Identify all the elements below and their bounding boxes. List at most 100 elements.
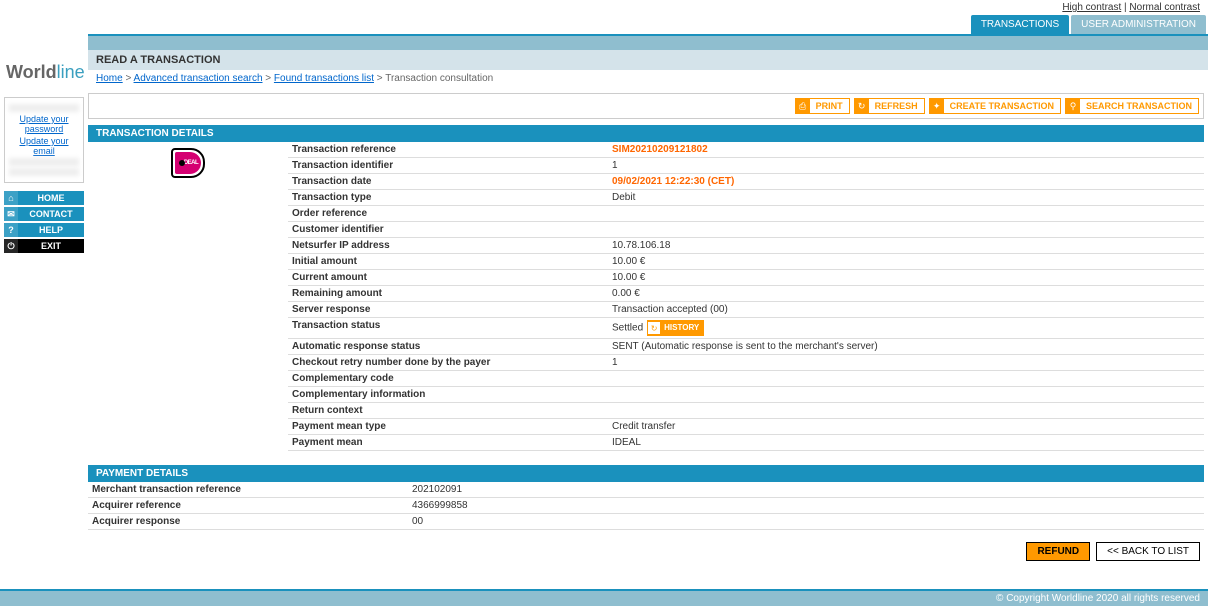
detail-row: Return context: [288, 403, 1204, 419]
logo: Worldline: [0, 58, 88, 87]
user-info-box: Update your password Update your email: [4, 97, 84, 183]
detail-row: Transaction statusSettled↻HISTORY: [288, 318, 1204, 339]
detail-label: Return context: [292, 405, 612, 416]
detail-label: Server response: [292, 304, 612, 315]
footer: © Copyright Worldline 2020 all rights re…: [0, 589, 1208, 606]
detail-label: Complementary code: [292, 373, 612, 384]
detail-label: Transaction identifier: [292, 160, 612, 171]
detail-value: [612, 208, 1200, 219]
detail-value: 0.00 €: [612, 288, 1200, 299]
detail-row: Transaction typeDebit: [288, 190, 1204, 206]
detail-row: Transaction date09/02/2021 12:22:30 (CET…: [288, 174, 1204, 190]
detail-value: SENT (Automatic response is sent to the …: [612, 341, 1200, 352]
detail-value: 10.00 €: [612, 256, 1200, 267]
detail-row: Transaction identifier1: [288, 158, 1204, 174]
detail-row: Order reference: [288, 206, 1204, 222]
breadcrumb-found[interactable]: Found transactions list: [274, 73, 374, 84]
breadcrumb-current: Transaction consultation: [385, 73, 493, 84]
detail-value: IDEAL: [612, 437, 1200, 448]
breadcrumb: Home > Advanced transaction search > Fou…: [88, 70, 1208, 87]
update-password-link[interactable]: Update your password: [9, 114, 79, 134]
high-contrast-link[interactable]: High contrast: [1062, 2, 1121, 13]
detail-value: Transaction accepted (00): [612, 304, 1200, 315]
detail-label: Customer identifier: [292, 224, 612, 235]
nav-home[interactable]: ⌂HOME: [4, 191, 84, 205]
detail-value: Credit transfer: [612, 421, 1200, 432]
detail-value: SIM20210209121802: [612, 144, 1200, 155]
detail-row: Current amount10.00 €: [288, 270, 1204, 286]
detail-value: 1: [612, 160, 1200, 171]
refresh-icon: ↻: [855, 99, 869, 113]
detail-label: Transaction date: [292, 176, 612, 187]
refund-button[interactable]: REFUND: [1026, 542, 1090, 561]
detail-row: Customer identifier: [288, 222, 1204, 238]
back-to-list-button[interactable]: << BACK TO LIST: [1096, 542, 1200, 561]
detail-row: Complementary information: [288, 387, 1204, 403]
detail-value: 1: [612, 357, 1200, 368]
detail-value: 202102091: [412, 484, 1200, 495]
detail-label: Order reference: [292, 208, 612, 219]
detail-label: Merchant transaction reference: [92, 484, 412, 495]
detail-label: Acquirer response: [92, 516, 412, 527]
detail-value: Settled↻HISTORY: [612, 320, 1200, 336]
refresh-button[interactable]: ↻ REFRESH: [854, 98, 925, 114]
update-email-link[interactable]: Update your email: [9, 136, 79, 156]
detail-value: [612, 224, 1200, 235]
print-icon: ⎙: [796, 99, 810, 113]
detail-label: Acquirer reference: [92, 500, 412, 511]
section-payment-details: PAYMENT DETAILS: [88, 465, 1204, 482]
detail-label: Transaction type: [292, 192, 612, 203]
search-icon: ⚲: [1066, 99, 1080, 113]
detail-value: 10.78.106.18: [612, 240, 1200, 251]
help-icon: ?: [4, 223, 18, 237]
exit-icon: ⏻: [4, 239, 18, 253]
detail-row: Merchant transaction reference202102091: [88, 482, 1204, 498]
detail-row: Acquirer reference4366999858: [88, 498, 1204, 514]
detail-value: 00: [412, 516, 1200, 527]
detail-row: Automatic response statusSENT (Automatic…: [288, 339, 1204, 355]
breadcrumb-home[interactable]: Home: [96, 73, 123, 84]
header-bar: [88, 34, 1208, 50]
detail-value: Debit: [612, 192, 1200, 203]
detail-row: Payment mean typeCredit transfer: [288, 419, 1204, 435]
contact-icon: ✉: [4, 207, 18, 221]
tab-user-admin[interactable]: USER ADMINISTRATION: [1071, 15, 1206, 34]
detail-value: 10.00 €: [612, 272, 1200, 283]
page-title: READ A TRANSACTION: [88, 50, 1208, 70]
search-transaction-button[interactable]: ⚲ SEARCH TRANSACTION: [1065, 98, 1199, 114]
detail-label: Initial amount: [292, 256, 612, 267]
detail-label: Checkout retry number done by the payer: [292, 357, 612, 368]
detail-value: [612, 405, 1200, 416]
detail-label: Transaction reference: [292, 144, 612, 155]
detail-row: Netsurfer IP address10.78.106.18: [288, 238, 1204, 254]
print-button[interactable]: ⎙ PRINT: [795, 98, 850, 114]
create-transaction-button[interactable]: ✦ CREATE TRANSACTION: [929, 98, 1061, 114]
detail-label: Remaining amount: [292, 288, 612, 299]
detail-row: Transaction referenceSIM20210209121802: [288, 142, 1204, 158]
nav-exit[interactable]: ⏻EXIT: [4, 239, 84, 253]
detail-value: 09/02/2021 12:22:30 (CET): [612, 176, 1200, 187]
plus-icon: ✦: [930, 99, 944, 113]
tab-transactions[interactable]: TRANSACTIONS: [971, 15, 1069, 34]
detail-label: Payment mean: [292, 437, 612, 448]
detail-label: Automatic response status: [292, 341, 612, 352]
detail-value: 4366999858: [412, 500, 1200, 511]
detail-row: Initial amount10.00 €: [288, 254, 1204, 270]
nav-help[interactable]: ?HELP: [4, 223, 84, 237]
detail-value: [612, 389, 1200, 400]
history-button[interactable]: ↻HISTORY: [647, 320, 704, 336]
detail-row: Server responseTransaction accepted (00): [288, 302, 1204, 318]
home-icon: ⌂: [4, 191, 18, 205]
normal-contrast-link[interactable]: Normal contrast: [1129, 2, 1200, 13]
detail-label: Transaction status: [292, 320, 612, 336]
detail-row: Remaining amount0.00 €: [288, 286, 1204, 302]
detail-label: Payment mean type: [292, 421, 612, 432]
history-icon: ↻: [648, 322, 660, 334]
nav-contact[interactable]: ✉CONTACT: [4, 207, 84, 221]
detail-label: Current amount: [292, 272, 612, 283]
section-transaction-details: TRANSACTION DETAILS: [88, 125, 1204, 142]
detail-row: Acquirer response00: [88, 514, 1204, 530]
breadcrumb-search[interactable]: Advanced transaction search: [134, 73, 263, 84]
ideal-logo-icon: DEAL: [171, 148, 205, 178]
detail-row: Payment meanIDEAL: [288, 435, 1204, 451]
